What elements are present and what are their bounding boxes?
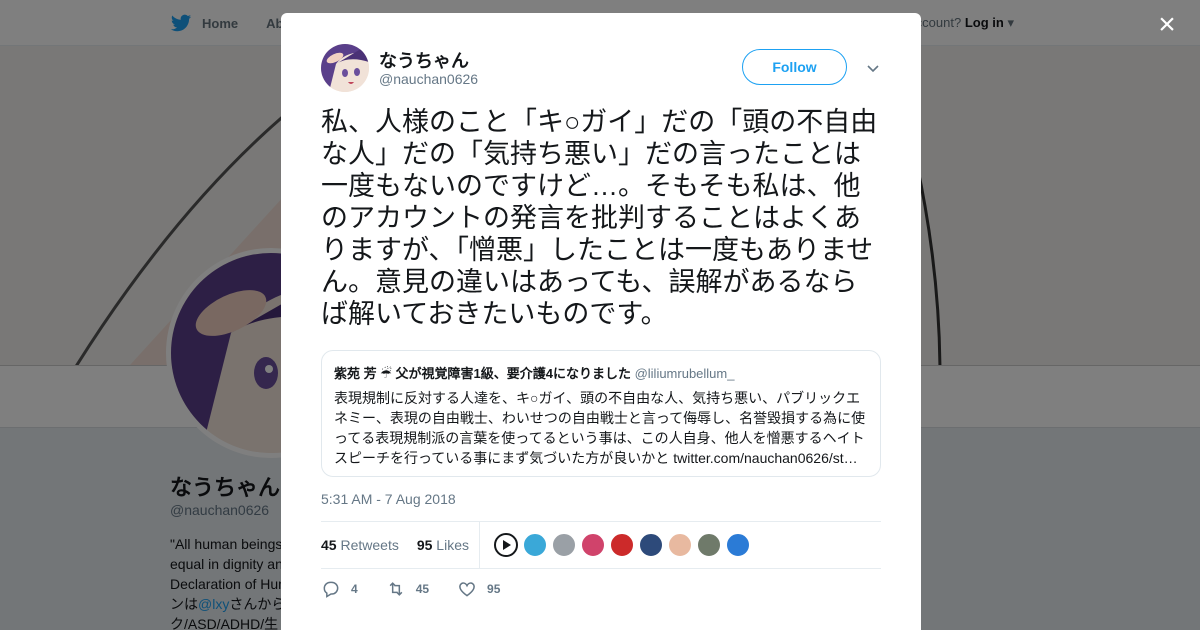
- quoted-tweet[interactable]: 紫苑 芳 ☔ 父が視覚障害1級、要介護4になりました @liliumrubell…: [321, 350, 881, 477]
- quoted-author-handle: @liliumrubellum_: [634, 366, 735, 381]
- author-name[interactable]: なうちゃん: [379, 47, 469, 73]
- liker-avatar[interactable]: [551, 533, 576, 557]
- tweet-text: 私、人様のこと「キ○ガイ」だの「頭の不自由な人」だの「気持ち悪い」だの言ったこと…: [321, 107, 878, 329]
- liker-avatar[interactable]: [580, 533, 605, 557]
- close-icon[interactable]: ×: [1152, 10, 1182, 40]
- retweet-count: 45: [415, 582, 430, 596]
- liker-avatar[interactable]: [667, 533, 692, 557]
- retweets-label: Retweets: [340, 537, 399, 553]
- liker-avatar[interactable]: [638, 533, 663, 557]
- tweet-stats: 45 Retweets 95 Likes: [321, 521, 881, 569]
- tweet-timestamp[interactable]: 5:31 AM - 7 Aug 2018: [321, 491, 456, 507]
- tweet-modal: なうちゃん @nauchan0626 Follow 私、人様のこと「キ○ガイ」だ…: [281, 13, 921, 630]
- reply-count: 4: [351, 582, 358, 596]
- retweet-icon: [389, 582, 403, 596]
- quoted-tweet-header: 紫苑 芳 ☔ 父が視覚障害1級、要介護4になりました @liliumrubell…: [334, 363, 868, 382]
- liker-avatar[interactable]: [609, 533, 634, 557]
- liker-avatar[interactable]: [696, 533, 721, 557]
- stats-divider: [478, 521, 480, 569]
- reply-icon: [323, 581, 339, 598]
- heart-icon: [459, 582, 475, 597]
- quoted-tweet-link[interactable]: twitter.com/nauchan0626/st…: [673, 450, 857, 466]
- tweet-actions: 4 45 95: [321, 579, 528, 599]
- retweets-count: 45: [321, 537, 337, 553]
- like-button[interactable]: 95: [457, 579, 500, 599]
- likes-stat[interactable]: 95 Likes: [417, 537, 469, 553]
- reply-button[interactable]: 4: [321, 579, 358, 599]
- liker-avatar[interactable]: [725, 533, 750, 557]
- follow-button[interactable]: Follow: [742, 49, 847, 85]
- author-handle[interactable]: @nauchan0626: [379, 71, 478, 87]
- retweet-button[interactable]: 45: [386, 579, 429, 599]
- likers-avatars: [522, 533, 755, 557]
- quoted-tweet-body: 表現規制に反対する人達を、キ○ガイ、頭の不自由な人、気持ち悪い、パブリックエネミ…: [334, 388, 868, 468]
- chevron-down-icon[interactable]: [865, 60, 881, 76]
- like-count: 95: [487, 582, 501, 596]
- likes-label: Likes: [436, 537, 469, 553]
- liker-avatar[interactable]: [522, 533, 547, 557]
- author-avatar[interactable]: [321, 44, 369, 92]
- likes-count: 95: [416, 537, 433, 553]
- retweets-stat[interactable]: 45 Retweets: [321, 537, 399, 553]
- quoted-author-name: 紫苑 芳 ☔ 父が視覚障害1級、要介護4になりました: [334, 366, 631, 381]
- play-icon[interactable]: [493, 533, 518, 557]
